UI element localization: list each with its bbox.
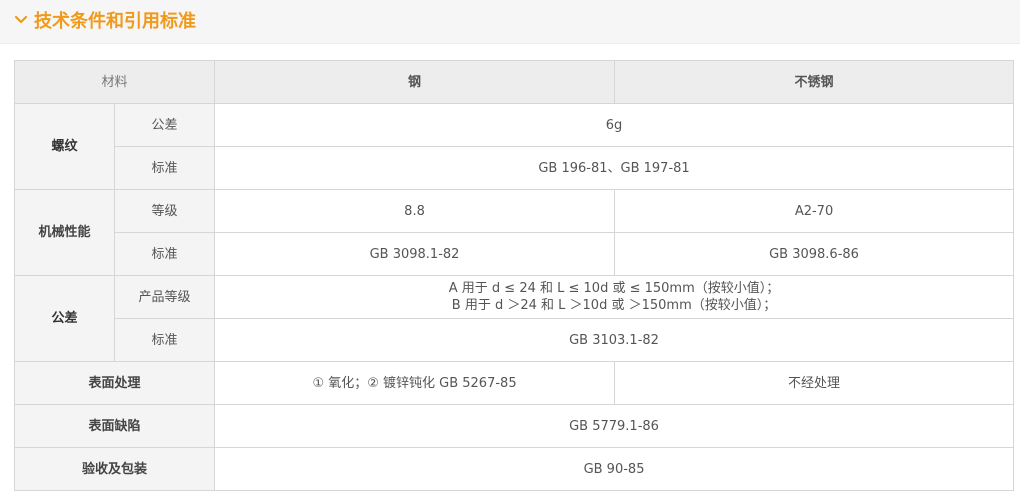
table-row: 公差 产品等级 A 用于 d ≤ 24 和 L ≤ 10d 或 ≤ 150mm（… (14, 275, 1015, 362)
surface-treatment-stainless: 不经处理 (614, 361, 1015, 405)
tolerance-label: 公差 (14, 275, 115, 362)
surface-treatment-steel: ① 氧化；② 镀锌钝化 GB 5267-85 (214, 361, 616, 405)
mechanical-standard-steel: GB 3098.1-82 (214, 232, 616, 276)
table-row: 表面处理 ① 氧化；② 镀锌钝化 GB 5267-85 不经处理 (13, 361, 1015, 405)
product-grade-label: 产品等级 (113, 275, 216, 319)
thread-standard-label: 标准 (113, 146, 216, 190)
table-row: 标准 GB 3098.1-82 GB 3098.6-86 (15, 232, 1015, 276)
header-material: 材料 (13, 60, 216, 104)
surface-treatment-label: 表面处理 (13, 361, 216, 405)
tolerance-standard-value: GB 3103.1-82 (214, 318, 1015, 362)
mechanical-grade-label: 等级 (113, 189, 216, 233)
thread-tolerance-label: 公差 (113, 103, 216, 147)
surface-defects-label: 表面缺陷 (13, 404, 216, 448)
tolerance-standard-label: 标准 (113, 318, 216, 362)
mechanical-standard-label: 标准 (113, 232, 216, 276)
chevron-down-icon[interactable] (13, 12, 29, 28)
table-row: 标准 GB 196-81、GB 197-81 (15, 146, 1015, 190)
mechanical-grade-stainless: A2-70 (614, 189, 1015, 233)
mechanical-standard-stainless: GB 3098.6-86 (614, 232, 1015, 276)
table-row: 表面缺陷 GB 5779.1-86 (13, 404, 1015, 448)
mechanical-grade-steel: 8.8 (214, 189, 616, 233)
thread-standard-value: GB 196-81、GB 197-81 (214, 146, 1015, 190)
acceptance-label: 验收及包装 (13, 447, 216, 491)
section-title: 技术条件和引用标准 (34, 11, 196, 32)
table-row: 螺纹 公差 6g (14, 103, 1015, 190)
product-grade-line-a: A 用于 d ≤ 24 和 L ≤ 10d 或 ≤ 150mm（按较小值）； (448, 281, 780, 296)
product-grade-value: A 用于 d ≤ 24 和 L ≤ 10d 或 ≤ 150mm（按较小值）； B… (214, 275, 1015, 319)
header-steel: 钢 (214, 60, 616, 104)
thread-tolerance-value: 6g (214, 103, 1015, 147)
table-row: 机械性能 等级 8.8 A2-70 (14, 189, 1015, 276)
thread-label: 螺纹 (14, 103, 115, 190)
spec-table: 材料 钢 不锈钢 螺纹 公差 6g 标准 GB 196-81、GB 197-81… (13, 60, 1015, 491)
mechanical-label: 机械性能 (14, 189, 115, 276)
table-row: 验收及包装 GB 90-85 (13, 447, 1015, 491)
table-header-row: 材料 钢 不锈钢 (13, 60, 1015, 104)
acceptance-value: GB 90-85 (214, 447, 1015, 491)
table-row: 标准 GB 3103.1-82 (15, 318, 1015, 362)
product-grade-line-b: B 用于 d ＞24 和 L ＞10d 或 ＞150mm（按较小值）； (451, 298, 777, 313)
header-stainless: 不锈钢 (614, 60, 1015, 104)
section-header[interactable]: 技术条件和引用标准 (0, 0, 1020, 44)
surface-defects-value: GB 5779.1-86 (214, 404, 1015, 448)
